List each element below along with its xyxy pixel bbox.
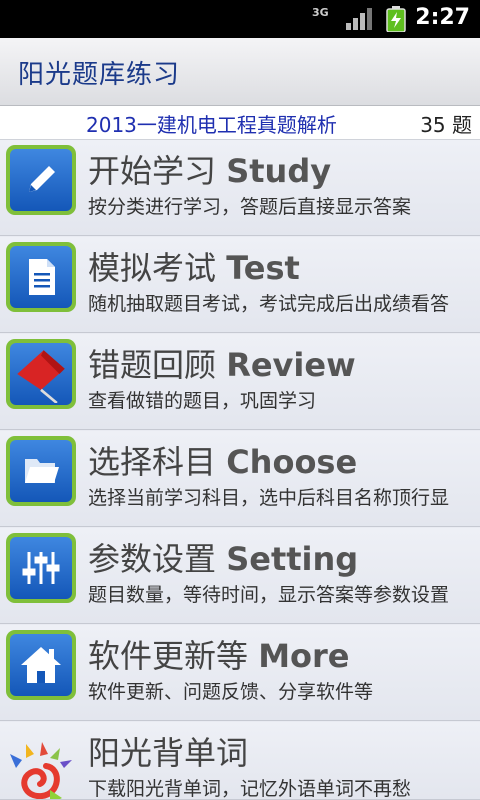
- menu-item-title: 模拟考试 Test: [88, 249, 300, 287]
- menu-item-test[interactable]: 模拟考试 Test 随机抽取题目考试，考试完成后出成绩看答: [0, 237, 480, 333]
- main-menu: 开始学习 Study 按分类进行学习，答题后直接显示答案 模拟考试 Test 随…: [0, 140, 480, 800]
- menu-item-description: 下载阳光背单词，记忆外语单词不再愁: [88, 778, 412, 800]
- subject-name: 2013一建机电工程真题解析: [86, 113, 337, 137]
- folder-icon: [6, 436, 76, 506]
- pencil-icon: [6, 145, 76, 215]
- menu-item-title: 阳光背单词: [88, 734, 249, 772]
- sliders-icon: [6, 533, 76, 603]
- menu-item-title: 选择科目 Choose: [88, 443, 358, 481]
- menu-item-description: 软件更新、问题反馈、分享软件等: [88, 681, 374, 703]
- menu-item-vocabulary[interactable]: 阳光背单词 下载阳光背单词，记忆外语单词不再愁: [0, 722, 480, 800]
- network-type-icon: 3G: [312, 6, 329, 19]
- question-count: 35 题: [420, 113, 472, 137]
- menu-item-description: 随机抽取题目考试，考试完成后出成绩看答: [88, 293, 450, 315]
- menu-item-description: 题目数量，等待时间，显示答案等参数设置: [88, 584, 450, 606]
- menu-item-description: 按分类进行学习，答题后直接显示答案: [88, 196, 412, 218]
- home-icon: [6, 630, 76, 700]
- sunshine-logo-icon: [10, 742, 72, 799]
- flag-icon: [6, 339, 76, 409]
- menu-item-review[interactable]: 错题回顾 Review 查看做错的题目，巩固学习: [0, 334, 480, 430]
- menu-item-title: 软件更新等 More: [88, 637, 350, 675]
- clock: 2:27: [415, 5, 470, 30]
- app-title-bar: 阳光题库练习: [0, 38, 480, 106]
- battery-charging-icon: [386, 6, 406, 32]
- status-bar: 3G 2:27: [0, 0, 480, 38]
- menu-item-title: 开始学习 Study: [88, 152, 332, 190]
- document-icon: [6, 242, 76, 312]
- menu-item-study[interactable]: 开始学习 Study 按分类进行学习，答题后直接显示答案: [0, 140, 480, 236]
- current-subject-bar[interactable]: 2013一建机电工程真题解析 35 题: [0, 106, 480, 140]
- menu-item-title: 参数设置 Setting: [88, 540, 359, 578]
- menu-item-choose[interactable]: 选择科目 Choose 选择当前学习科目，选中后科目名称顶行显: [0, 431, 480, 527]
- menu-item-setting[interactable]: 参数设置 Setting 题目数量，等待时间，显示答案等参数设置: [0, 528, 480, 624]
- menu-item-description: 选择当前学习科目，选中后科目名称顶行显: [88, 487, 450, 509]
- menu-item-description: 查看做错的题目，巩固学习: [88, 390, 317, 412]
- signal-icon: [346, 8, 372, 30]
- app-title: 阳光题库练习: [18, 60, 181, 90]
- menu-item-title: 错题回顾 Review: [88, 346, 356, 384]
- menu-item-more[interactable]: 软件更新等 More 软件更新、问题反馈、分享软件等: [0, 625, 480, 721]
